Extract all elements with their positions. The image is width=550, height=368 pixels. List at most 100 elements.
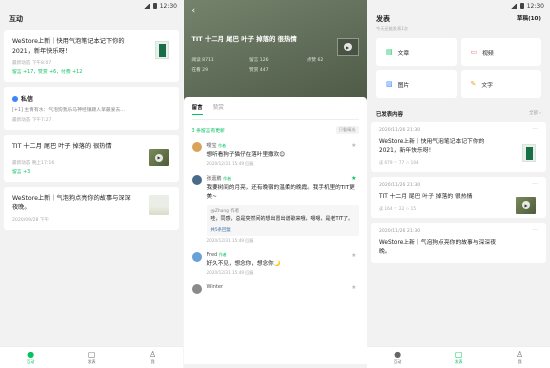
message-icon [12,95,18,102]
comment-text: 好久不见，想念你，想念你🌙 [206,260,281,267]
tab-publish[interactable]: ▢ 发表 [88,350,96,365]
page-title: 发表 [376,15,390,23]
star-icon[interactable]: ★ [351,142,356,149]
stat-reads: 阅读 8711 [191,58,214,63]
image-thumbnail [149,194,169,215]
play-icon: ▶ [522,201,530,210]
author-badge: 作者 [223,176,232,182]
message-body: [+1] 主青有水：气泡狗我乐马神经镇颖人早最爱去… [12,108,126,114]
stat-rewards: 赞赏 447 [249,68,269,73]
post-date: 2020/11/26 21:30 [379,182,421,188]
star-icon[interactable]: ★ [351,252,356,259]
published-item[interactable]: 2020/11/26 21:30 ··· TIT 十二月 尾巴 叶子 掉落的 很… [371,176,546,218]
view-all-link[interactable]: 全部 › [529,110,541,118]
star-icon[interactable]: ★ [351,175,356,182]
tab-me[interactable]: ♙ 我 [516,350,523,365]
post-detail-screen: ‹ TIT 十二月 尾巴 叶子 掉落的 很热情 ▶ 阅读 8711 留言 126… [183,0,367,368]
comment-footer: 2020/12/31 15:49 回复 [206,270,254,276]
status-time: 12:30 [159,2,177,10]
post-date: 2020/11/26 21:30 [379,128,421,133]
post-text: WeStore上新｜快用气泡笔记本记下你的2021，新年快乐呀！ [379,139,485,154]
new-video-button[interactable]: ▭ 视频 [460,38,541,66]
text-icon: ✎ [470,80,477,88]
drafts-button[interactable]: 草稿(10) [517,14,541,32]
published-item[interactable]: 2020/11/26 21:30 ··· WeStore上新｜气泡狗点亮你的故事… [371,222,546,263]
video-thumbnail[interactable]: ▶ [336,38,359,56]
interactions-screen: 12:30 互动 WeStore上新｜快用气泡笔记本记下你的2021，新年快乐呀… [0,0,183,368]
post-title: TIT 十二月 尾巴 叶子 掉落的 很热情 [191,35,297,43]
tab-publish[interactable]: ▢ 发表 [455,350,463,365]
card-text: WeStore上新｜快用气泡笔记本记下你的2021，新年快乐呀！ [12,38,125,55]
person-icon: ♙ [516,350,524,359]
person-icon: ♙ [149,350,157,359]
post-stats: 读 164 ♡ 22 ☆ 15 [379,205,417,211]
updates-notice[interactable]: 3 条留言有更新 [192,127,225,134]
reply-author: @Zhang 作者 [210,209,240,215]
page-title: 互动 [9,15,23,23]
play-icon: ▶ [343,43,352,51]
new-text-button[interactable]: ✎ 文字 [460,70,541,98]
new-article-button[interactable]: ▤ 文章 [376,38,457,66]
comment-tabs: 留言 赞赏 [191,103,359,120]
more-icon[interactable]: ··· [532,181,538,188]
status-bar: 12:30 [0,0,183,12]
comment-text: 想听看狗子猫仔在落叶里撒欢😊 [206,152,286,158]
stat-watching: 在看 29 [191,68,209,73]
tab-interactions[interactable]: ● 互动 [27,350,35,365]
card-meta: 最新动态 晚上17:16 [12,160,55,166]
comment-item: Winter ★ [191,284,359,295]
video-icon: ▭ [470,48,478,56]
stat-comments: 留言 126 [249,58,269,63]
card-text: WeStore上新｜气泡狗点亮你的故事与深深夜晚。 [12,194,131,212]
bottom-tab-bar: ● 互动 ▢ 发表 ♙ 我 [0,346,183,368]
comment-author: 张嘉鹏 [206,176,222,183]
author-badge: 作者 [218,251,227,257]
tab-me[interactable]: ♙ 我 [149,350,156,365]
status-bar: 12:30 [367,0,550,12]
new-image-button[interactable]: ▨ 图片 [376,70,457,98]
reply-text: 哇，同感，总是突然间的想出冒出谱歌来哦，嗯嗯，是老TIT了。 [210,216,354,223]
view-replies-link[interactable]: 共5条回复 [211,227,355,233]
message-title: 私信 [21,96,34,104]
tab-comments[interactable]: 留言 [191,103,203,115]
image-icon: ▨ [386,80,393,88]
publish-screen: 12:30 发表 今天还能发表1次 草稿(10) ▤ 文章 ▭ 视频 ▨ 图片 ✎ 文字… [367,0,550,368]
star-icon[interactable]: ★ [351,284,356,291]
comment-item: 嘤宝 作者 想听看狗子猫仔在落叶里撒欢😊 2020/12/31 15:49 回复… [191,142,359,167]
avatar[interactable] [191,251,202,262]
comment-footer: 2020/12/31 15:49 回复 [206,161,254,167]
post-text: WeStore上新｜气泡狗点亮你的故事与深深夜晚。 [379,239,497,255]
status-time: 12:30 [526,2,544,10]
document-icon: ▢ [454,350,463,359]
more-icon[interactable]: ··· [532,126,538,133]
publish-quota: 今天还能发表1次 [376,26,408,31]
list-item[interactable]: WeStore上新｜气泡狗点亮你的故事与深深夜晚。 2020/09/28 下午 [4,186,179,231]
published-item[interactable]: 2020/11/26 21:30 ··· WeStore上新｜快用气泡笔记本记下… [371,122,546,172]
card-text: TIT 十二月 尾巴 叶子 掉落的 很热情 [12,143,112,151]
post-date: 2020/11/26 21:30 [379,228,421,234]
avatar[interactable] [191,284,202,295]
comment-item: Fred 作者 好久不见，想念你，想念你🌙 2020/12/31 15:49 回… [191,251,359,276]
comment-author: Fred [206,251,218,258]
avatar[interactable] [191,175,202,186]
avatar[interactable] [191,142,202,152]
bottom-tab-bar: ● 互动 ▢ 发表 ♙ 我 [367,346,550,368]
tab-interactions[interactable]: ● 互动 [394,350,402,365]
list-item[interactable]: WeStore上新｜快用气泡笔记本记下你的2021，新年快乐呀！ 最新动态 下午… [4,30,179,83]
battery-icon [519,3,524,9]
back-icon[interactable]: ‹ [192,6,359,16]
list-item[interactable]: TIT 十二月 尾巴 叶子 掉落的 很热情 最新动态 晚上17:16 留言 +3… [4,135,179,182]
battery-icon [152,3,157,9]
comment-item: 张嘉鹏 作者 我要树间的月亮，还有晚宿的温柔的晚霞。我手机里的TIT更美~ @Z… [191,175,359,243]
card-stats: 留言 +3 [12,169,31,175]
message-card[interactable]: 私信 [+1] 主青有水：气泡狗我乐马神经镇颖人早最爱去… 最新动态 下午7:2… [4,87,179,131]
notebook-thumbnail [155,41,169,59]
post-header: ‹ TIT 十二月 尾巴 叶子 掉落的 很热情 ▶ 阅读 8711 留言 126… [183,0,367,101]
tab-rewards[interactable]: 赞赏 [213,103,224,115]
more-icon[interactable]: ··· [532,227,538,234]
author-badge: 作者 [218,143,227,148]
message-meta: 最新动态 下午7:27 [12,118,52,124]
comment-footer: 2020/12/31 15:49 回复 [206,237,254,243]
featured-filter-button[interactable]: 只看精选 [335,126,359,134]
signal-icon [510,3,517,9]
